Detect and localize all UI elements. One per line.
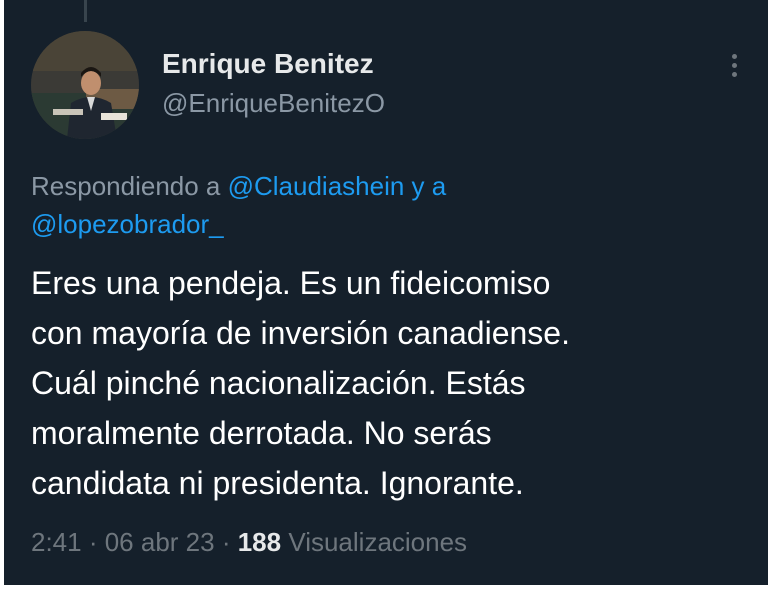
avatar-image xyxy=(31,31,139,139)
author-handle[interactable]: @EnriqueBenitezO xyxy=(162,88,385,119)
thread-connector-line xyxy=(84,0,87,22)
mention-claudiashein[interactable]: @Claudiashein xyxy=(228,171,405,201)
replying-to-joiner: y a xyxy=(404,171,447,201)
views-label[interactable]: Visualizaciones xyxy=(281,527,467,557)
replying-to-prefix: Respondiendo a xyxy=(31,171,228,201)
tweet-card: Enrique Benitez @EnriqueBenitezO Respond… xyxy=(4,0,768,585)
tweet-date[interactable]: 06 abr 23 xyxy=(105,527,215,557)
replying-to: Respondiendo a @Claudiashein y a @lopezob… xyxy=(31,167,671,243)
views-count[interactable]: 188 xyxy=(238,527,281,557)
tweet-text: Eres una pendeja. Es un fideicomiso con … xyxy=(31,265,570,501)
more-dot xyxy=(731,63,737,68)
avatar[interactable] xyxy=(31,31,139,139)
tweet-meta: 2:41 · 06 abr 23 · 188 Visualizaciones xyxy=(31,527,467,558)
author-display-name[interactable]: Enrique Benitez xyxy=(162,48,374,80)
more-dot xyxy=(731,72,737,77)
more-vertical-icon[interactable] xyxy=(726,52,742,84)
mention-lopezobrador[interactable]: @lopezobrador_ xyxy=(31,209,224,239)
meta-separator: · xyxy=(214,527,238,557)
tweet-time[interactable]: 2:41 xyxy=(31,527,82,557)
meta-separator: · xyxy=(81,527,105,557)
more-dot xyxy=(731,54,737,59)
